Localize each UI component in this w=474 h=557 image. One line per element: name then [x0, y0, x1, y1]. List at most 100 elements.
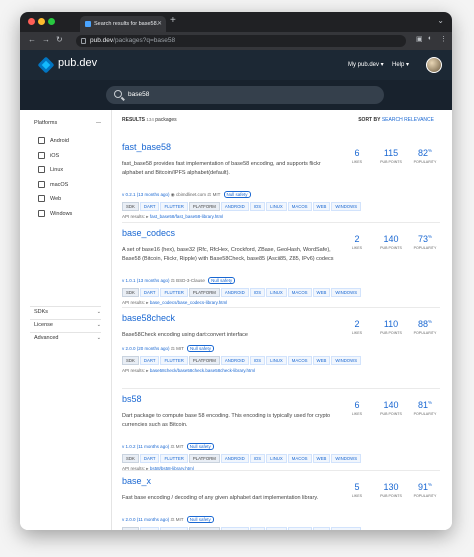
package-version[interactable]: v 0.2.1 (13 months ago) [122, 192, 170, 197]
platform-tag[interactable]: LINUX [266, 287, 287, 297]
checkbox[interactable] [38, 180, 45, 188]
sdk-tag[interactable]: SDK [122, 453, 139, 463]
tab-search-results[interactable]: Search results for base58. ✕ [80, 16, 166, 32]
package-version[interactable]: v 2.0.0 (20 months ago) [122, 346, 170, 351]
sdk-tag[interactable]: FLUTTER [160, 453, 188, 463]
new-tab-icon[interactable]: + [170, 15, 176, 26]
sdk-tag[interactable]: DART [139, 201, 160, 211]
checkbox[interactable] [38, 209, 45, 217]
platform-tag[interactable]: MACOS [287, 453, 312, 463]
platform-tag[interactable]: WEB [312, 287, 331, 297]
extensions-icon[interactable]: ▣ [416, 35, 423, 43]
chevron-down-icon[interactable]: ⌄ [97, 322, 101, 328]
platform-tag[interactable]: IOS [249, 287, 266, 297]
platform-tag[interactable]: WEB [312, 453, 331, 463]
profile-icon[interactable]: ◐ [428, 35, 432, 42]
tab-list-chevron-icon[interactable]: ⌄ [437, 16, 444, 25]
dart-logo-icon[interactable] [37, 56, 55, 74]
reload-icon[interactable]: ↻ [56, 35, 63, 44]
sdk-tag[interactable]: SDK [122, 287, 139, 297]
advanced-section-label[interactable]: Advanced [34, 335, 58, 341]
platform-tag[interactable]: IOS [249, 201, 266, 211]
platform-tag[interactable]: WEB [312, 355, 331, 365]
package-version[interactable]: v 1.0.1 (13 months ago) [122, 278, 170, 283]
user-avatar[interactable] [426, 57, 442, 73]
platform-tag[interactable]: MACOS [287, 355, 312, 365]
platform-tag[interactable]: WEB [312, 527, 331, 530]
checkbox[interactable] [38, 166, 45, 173]
platform-tag[interactable]: ANDROID [220, 201, 249, 211]
sdk-tag[interactable]: FLUTTER [160, 201, 188, 211]
platform-tag[interactable]: MACOS [287, 527, 312, 530]
platform-tag[interactable]: LINUX [266, 527, 287, 530]
help-menu[interactable]: Help ▾ [392, 61, 409, 68]
sdk-tag[interactable]: DART [139, 287, 160, 297]
package-name-link[interactable]: fast_base58 [122, 142, 171, 152]
package-version[interactable]: v 1.0.2 (11 months ago) [122, 444, 169, 449]
platform-tag[interactable]: ANDROID [220, 453, 249, 463]
checkbox[interactable] [38, 151, 45, 159]
platform-tag[interactable]: IOS [249, 355, 266, 365]
checkbox[interactable] [38, 137, 45, 144]
my-pubdev-menu[interactable]: My pub.dev ▾ [348, 61, 384, 68]
platform-tag[interactable]: WINDOWS [331, 287, 362, 297]
platform-tag[interactable]: LINUX [266, 201, 287, 211]
checkbox[interactable] [38, 195, 45, 202]
platform-tag[interactable]: WINDOWS [331, 201, 362, 211]
platform-tag[interactable]: PLATFORM [188, 453, 220, 463]
package-name-link[interactable]: base_x [122, 476, 151, 486]
sdk-tag[interactable]: SDK [122, 355, 139, 365]
package-version[interactable]: v 2.0.0 (11 months ago) [122, 517, 169, 522]
platforms-section-label[interactable]: Platforms [34, 120, 57, 126]
platform-tag[interactable]: PLATFORM [188, 287, 220, 297]
back-icon[interactable]: ← [28, 35, 36, 44]
platform-tag[interactable]: ANDROID [220, 287, 249, 297]
platform-tag[interactable]: IOS [249, 453, 266, 463]
platform-tag[interactable]: ANDROID [220, 527, 249, 530]
package-name-link[interactable]: base58check [122, 313, 175, 323]
chevron-down-icon[interactable]: ⌄ [97, 335, 101, 341]
sdk-tag[interactable]: SDK [122, 527, 139, 530]
address-bar[interactable]: pub.dev/packages?q=base58 [76, 35, 406, 47]
sdk-tag[interactable]: DART [139, 527, 160, 530]
forward-icon[interactable]: → [42, 35, 50, 44]
sdks-section-label[interactable]: SDKs [34, 309, 48, 315]
sdk-tag[interactable]: DART [139, 453, 160, 463]
platform-tag[interactable]: LINUX [266, 355, 287, 365]
sdk-tag[interactable]: DART [139, 355, 160, 365]
platform-tag[interactable]: ANDROID [220, 355, 249, 365]
pubdev-favicon-icon [85, 21, 91, 27]
chevron-up-icon[interactable]: — [96, 120, 101, 126]
menu-icon[interactable]: ⋮ [440, 35, 447, 43]
platform-tag[interactable]: IOS [249, 527, 266, 530]
chevron-down-icon[interactable]: ⌄ [97, 309, 101, 315]
package-publisher[interactable]: cbimdlinet.com [176, 192, 206, 197]
sdk-tag[interactable]: FLUTTER [160, 527, 188, 530]
platform-tag[interactable]: PLATFORM [188, 527, 220, 530]
license-section-label[interactable]: License [34, 322, 53, 328]
platform-tag[interactable]: PLATFORM [188, 201, 220, 211]
platform-tag[interactable]: WEB [312, 201, 331, 211]
package-name-link[interactable]: bs58 [122, 394, 142, 404]
platform-tag[interactable]: PLATFORM [188, 355, 220, 365]
package-name-link[interactable]: base_codecs [122, 228, 175, 238]
sdk-tag[interactable]: FLUTTER [160, 355, 188, 365]
sdk-tag[interactable]: FLUTTER [160, 287, 188, 297]
sdk-tag[interactable]: SDK [122, 201, 139, 211]
sort-control[interactable]: SORT BY SEARCH RELEVANCE [358, 117, 434, 123]
api-result-link[interactable]: fast_base58/fast_base58-library.html [150, 214, 223, 219]
platform-tag[interactable]: WINDOWS [331, 453, 362, 463]
api-result-link[interactable]: base58check/base58check.base58check-libr… [150, 368, 255, 373]
platform-tag[interactable]: WINDOWS [331, 527, 362, 530]
api-result-link[interactable]: base_codecs/base_codecs-library.html [150, 300, 227, 305]
platform-tag[interactable]: WINDOWS [331, 355, 362, 365]
maximize-window-icon[interactable] [48, 18, 55, 25]
minimize-window-icon[interactable] [38, 18, 45, 25]
site-logo-text[interactable]: pub.dev [58, 57, 97, 69]
platform-tag[interactable]: LINUX [266, 453, 287, 463]
close-tab-icon[interactable]: ✕ [157, 16, 162, 32]
search-input[interactable]: base58 [106, 86, 384, 104]
close-window-icon[interactable] [28, 18, 35, 25]
platform-tag[interactable]: MACOS [287, 201, 312, 211]
platform-tag[interactable]: MACOS [287, 287, 312, 297]
